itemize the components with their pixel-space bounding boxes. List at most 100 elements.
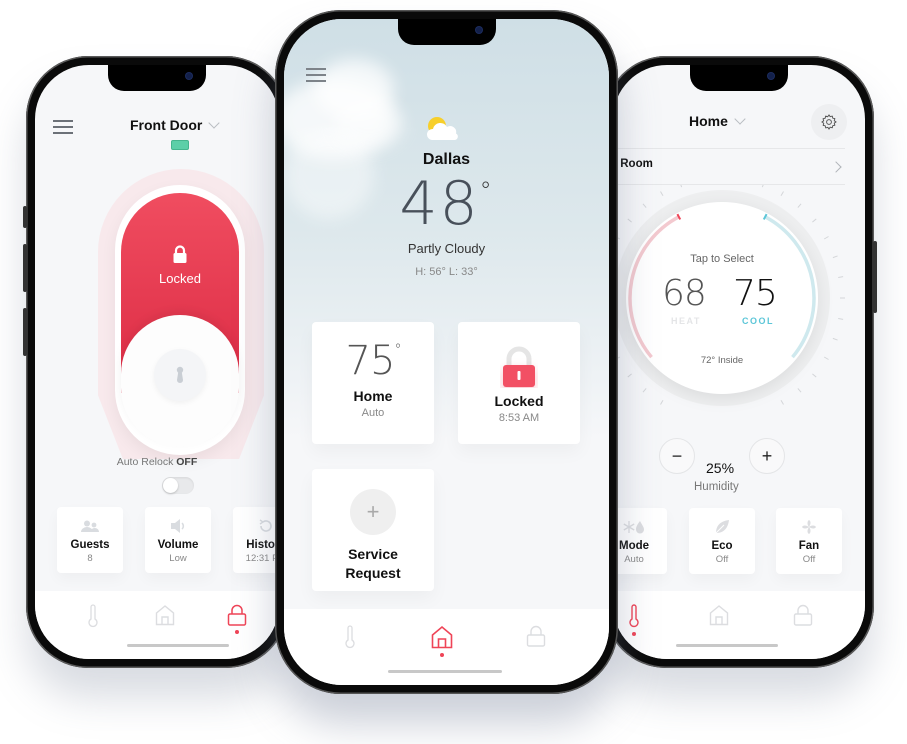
room-selector[interactable]: ng Room (613, 158, 653, 170)
notch (690, 65, 788, 91)
card-title-line: Request (345, 565, 401, 581)
dial-tick (838, 276, 844, 279)
tile-value: Off (802, 554, 816, 565)
eco-leaf-icon (689, 518, 755, 536)
lock-icon (793, 604, 813, 626)
tab-thermostat[interactable] (335, 625, 365, 661)
lock-icon (526, 625, 546, 647)
side-button (23, 206, 27, 228)
high-low-temperature: H: 56° L: 33° (415, 266, 478, 278)
tile-fan[interactable]: Fan Off (776, 508, 842, 574)
location-selector[interactable]: Home (689, 113, 746, 129)
device-title: Front Door (130, 117, 203, 133)
thermometer-icon (629, 604, 639, 628)
tile-value: Off (715, 554, 729, 565)
tab-lock[interactable] (222, 604, 252, 640)
degree-symbol: ° (479, 177, 494, 205)
cool-label: COOL (742, 316, 774, 326)
home-icon (155, 605, 175, 626)
tab-thermostat[interactable] (619, 604, 649, 640)
plus-icon: + (761, 445, 773, 466)
active-tab-indicator (632, 632, 636, 636)
lock-screen: Front Door Locked Auto Relock OFF Guests… (35, 65, 279, 659)
device-selector[interactable]: Front Door (130, 117, 220, 133)
lock-knob[interactable] (121, 315, 239, 447)
tab-lock[interactable] (521, 625, 551, 661)
padlock-icon (173, 245, 187, 263)
card-subtitle: Auto (361, 407, 385, 419)
room-label: ng Room (613, 158, 653, 170)
tab-home[interactable] (427, 625, 457, 661)
card-title: Service Request (312, 545, 434, 583)
volume-icon (145, 517, 211, 535)
padlock-icon (503, 346, 535, 387)
home-icon (709, 605, 729, 626)
dial-tick (823, 236, 829, 240)
tile-eco[interactable]: Eco Off (689, 508, 755, 574)
dial-tick (797, 388, 802, 393)
humidity-decrease-button[interactable]: − (659, 438, 695, 474)
cool-setpoint[interactable]: 75 (733, 273, 778, 314)
auto-relock-state: OFF (176, 456, 198, 468)
tile-history[interactable]: History 12:31 PM (233, 507, 279, 573)
inside-temperature: 72° Inside (700, 355, 744, 366)
tab-thermostat[interactable] (78, 604, 108, 640)
chevron-right-icon[interactable] (830, 161, 842, 173)
thermometer-icon (345, 625, 355, 649)
auto-relock-label: Auto Relock OFF (35, 456, 279, 468)
hamburger-icon[interactable] (306, 68, 326, 82)
tab-home[interactable] (150, 604, 180, 640)
battery-icon (171, 140, 189, 150)
chevron-down-icon (208, 117, 220, 129)
tile-guests[interactable]: Guests 8 (57, 507, 123, 573)
tab-lock[interactable] (788, 604, 818, 640)
fan-icon (776, 518, 842, 536)
card-lock[interactable]: Locked 8:53 AM (458, 322, 580, 444)
tile-value: Low (169, 553, 187, 564)
tab-home[interactable] (704, 604, 734, 640)
tile-value: Auto (624, 554, 644, 565)
dial-tick (627, 373, 632, 378)
setpoint-value: 75 (345, 338, 396, 384)
partly-cloudy-icon (426, 117, 458, 140)
camera (475, 27, 482, 33)
home-icon (431, 625, 453, 649)
dial-prompt: Tap to Select (690, 253, 754, 265)
gear-icon (821, 114, 837, 130)
tile-label: Volume (157, 539, 199, 551)
weather-condition: Partly Cloudy (407, 241, 486, 256)
settings-button[interactable] (811, 104, 847, 140)
auto-relock-toggle[interactable] (162, 477, 194, 494)
phone-thermostat: Home ng Room Tap to Select (604, 56, 877, 668)
plus-glyph: + (366, 499, 380, 524)
humidity-increase-button[interactable]: + (749, 438, 785, 474)
thermometer-icon (88, 604, 98, 628)
knob-center (154, 349, 206, 401)
tab-bar (613, 591, 865, 659)
tile-label: History (246, 539, 279, 551)
heat-label: HEAT (671, 316, 701, 326)
tile-volume[interactable]: Volume Low (145, 507, 211, 573)
current-temperature: 48° (284, 169, 609, 239)
dial-tick (660, 399, 664, 405)
humidity-label: Humidity (694, 481, 739, 493)
dial-tick (660, 191, 664, 197)
guests-icon (57, 517, 123, 535)
tab-bar (284, 609, 609, 685)
mode-icon (613, 518, 667, 536)
phone-front-door-lock: Front Door Locked Auto Relock OFF Guests… (23, 56, 288, 668)
home-indicator (388, 669, 502, 673)
heat-setpoint[interactable]: 68 (662, 273, 707, 314)
card-service-request[interactable]: + Service Request (312, 469, 434, 591)
thermostat-dial[interactable]: Tap to Select 68 HEAT 75 COOL 72° Inside (613, 185, 849, 425)
degree-symbol: ° (394, 342, 401, 358)
active-tab-indicator (440, 653, 444, 657)
hamburger-icon[interactable] (53, 120, 73, 134)
tile-label: Guests (70, 539, 110, 551)
card-subtitle: 8:53 AM (498, 412, 540, 424)
tile-mode[interactable]: Mode Auto (613, 508, 667, 574)
dial-graphics (614, 185, 845, 406)
lock-control[interactable]: Locked (115, 185, 245, 455)
card-thermostat[interactable]: 75° Home Auto (312, 322, 434, 444)
tile-value: 8 (87, 553, 93, 564)
